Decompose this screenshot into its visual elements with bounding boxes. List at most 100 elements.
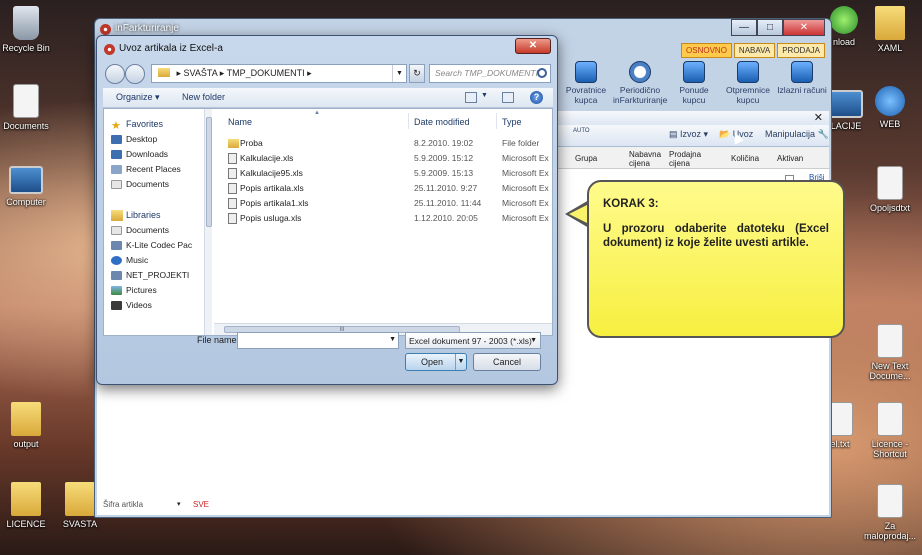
forward-button[interactable] <box>125 64 145 84</box>
file-name-label: File name: <box>197 335 240 345</box>
nav-item-videos[interactable]: Videos <box>111 300 152 312</box>
desktop-icon-licence-shortcut[interactable]: Licence - Shortcut <box>858 402 922 459</box>
tab-osnovno[interactable]: OSNOVNO <box>681 43 732 58</box>
tab-prodaja[interactable]: PRODAJA <box>777 43 825 58</box>
nav-item-desktop[interactable]: Desktop <box>111 134 157 146</box>
excel-file-icon <box>228 153 237 164</box>
file-date: 25.11.2010. 11:44 <box>414 198 482 208</box>
search-input[interactable]: Search TMP_DOKUMENTI <box>429 64 551 83</box>
libraries-header[interactable]: Libraries <box>111 210 161 221</box>
column-prodajna-cijena[interactable]: Prodajna cijena <box>669 150 703 168</box>
column-divider[interactable] <box>496 113 497 129</box>
nav-item-lib-documents[interactable]: Documents <box>111 225 169 237</box>
file-type-select[interactable]: Excel dokument 97 - 2003 (*.xls) ▼ <box>405 332 541 349</box>
desktop-icon-computer[interactable]: Computer <box>0 166 58 207</box>
organize-button[interactable]: Organize ▾ <box>116 92 160 103</box>
file-row[interactable]: Proba 8.2.2010. 19:02 File folder <box>214 137 552 151</box>
filter-value[interactable]: SVE <box>193 500 209 509</box>
panel-close-button[interactable]: ✕ <box>814 112 823 124</box>
text-file-icon <box>877 324 903 358</box>
maximize-button[interactable]: □ <box>757 19 783 36</box>
preview-pane-icon[interactable] <box>502 92 514 103</box>
scrollbar-thumb[interactable] <box>206 117 212 227</box>
file-type: File folder <box>502 138 540 148</box>
address-dropdown-icon[interactable]: ▼ <box>392 65 406 82</box>
view-options-icon[interactable] <box>465 92 477 103</box>
cancel-button[interactable]: Cancel <box>473 353 541 371</box>
navigation-scrollbar[interactable] <box>204 109 212 335</box>
refresh-button[interactable]: ↻ <box>409 64 425 83</box>
nav-item-recent-places[interactable]: Recent Places <box>111 164 181 176</box>
view-dropdown-icon[interactable]: ▼ <box>481 92 488 99</box>
nav-item-label: Downloads <box>126 149 169 159</box>
file-row[interactable]: Popis usluga.xls 1.12.2010. 20:05 Micros… <box>214 212 552 226</box>
manipulacija-button[interactable]: Manipulacija 🔧 <box>765 129 829 140</box>
desktop-icon-opoljsd[interactable]: Opoljsdtxt <box>858 166 922 213</box>
file-row[interactable]: Kalkulacije95.xls 5.9.2009. 15:13 Micros… <box>214 167 552 181</box>
nav-item-net-projekti[interactable]: NET_PROJEKTI <box>111 270 189 282</box>
back-button[interactable] <box>105 64 125 84</box>
mode-tabs: OSNOVNO NABAVA PRODAJA <box>681 43 825 58</box>
desktop-icon <box>111 135 122 144</box>
desktop-icon-new-text[interactable]: New Text Docume... <box>858 324 922 381</box>
desktop-icon-output[interactable]: output <box>0 402 58 449</box>
ribbon-izlazni-racuni-button[interactable]: Izlazni računi <box>775 57 829 109</box>
favorites-header[interactable]: ★ Favorites <box>111 119 164 132</box>
auto-label: AUTO <box>573 128 590 134</box>
column-aktivan[interactable]: Aktivan <box>777 154 803 163</box>
app-logo-icon <box>100 24 111 35</box>
folder-icon <box>11 402 41 436</box>
nav-item-music[interactable]: Music <box>111 255 149 267</box>
column-name[interactable]: Name <box>228 117 252 127</box>
breadcrumb-chevron-icon: ▸ <box>219 68 227 78</box>
ribbon-ponude-button[interactable]: Ponude kupcu <box>667 57 721 109</box>
file-row[interactable]: Kalkulacije.xls 5.9.2009. 15:12 Microsof… <box>214 152 552 166</box>
file-name-dropdown-icon[interactable]: ▼ <box>389 336 396 343</box>
breadcrumb-item[interactable]: SVAŠTA <box>184 68 218 78</box>
file-type: Microsoft Ex <box>502 198 549 208</box>
desktop-icon-za-maloprodaj[interactable]: Za maloprodaj... <box>858 484 922 541</box>
file-name-input[interactable]: ▼ <box>237 332 399 349</box>
help-icon[interactable]: ? <box>530 91 543 104</box>
favorites-header-label: Favorites <box>126 119 164 129</box>
filter-dropdown-icon[interactable]: ▾ <box>177 500 181 508</box>
nav-item-label: Music <box>126 255 149 265</box>
file-row[interactable]: Popis artikala1.xls 25.11.2010. 11:44 Mi… <box>214 197 552 211</box>
new-folder-button[interactable]: New folder <box>182 92 225 102</box>
nav-item-downloads[interactable]: Downloads <box>111 149 169 161</box>
export-icon: ▤ <box>669 129 681 139</box>
nav-item-documents[interactable]: Documents <box>111 179 169 191</box>
file-date: 5.9.2009. 15:12 <box>414 153 474 163</box>
ribbon-povratnice-button[interactable]: Povratnice kupca <box>559 57 613 109</box>
ribbon-otpremnice-button[interactable]: Otpremnice kupcu <box>721 57 775 109</box>
desktop-icon-documents[interactable]: Documents <box>0 84 58 131</box>
dialog-close-button[interactable]: ✕ <box>515 38 551 54</box>
column-kolicina[interactable]: Količina <box>731 154 759 163</box>
nav-item-pictures[interactable]: Pictures <box>111 285 157 297</box>
open-split-dropdown-icon[interactable]: ▼ <box>455 354 466 370</box>
tab-nabava[interactable]: NABAVA <box>733 43 776 58</box>
column-nabavna-cijena[interactable]: Nabavna cijena <box>629 150 661 168</box>
column-date-modified[interactable]: Date modified <box>414 117 470 127</box>
open-button[interactable]: Open ▼ <box>405 353 467 371</box>
desktop-icon-recycle-bin[interactable]: Recycle Bin <box>0 6 58 53</box>
ribbon-periodicno-button[interactable]: Periodično inFarkturiranje <box>613 57 667 109</box>
address-bar[interactable]: ▸ SVAŠTA ▸ TMP_DOKUMENTI ▸ ▼ <box>151 64 407 83</box>
file-name: Proba <box>240 138 263 148</box>
nav-item-klite[interactable]: K-Lite Codec Pac <box>111 240 192 252</box>
izvoz-button[interactable]: ▤ Izvoz ▾ <box>669 129 708 140</box>
file-row[interactable]: Popis artikala.xls 25.11.2010. 9:27 Micr… <box>214 182 552 196</box>
column-divider[interactable] <box>408 113 409 129</box>
music-icon <box>111 256 122 265</box>
close-button[interactable]: ✕ <box>783 19 825 36</box>
column-grupa[interactable]: Grupa <box>575 154 597 163</box>
search-icon <box>537 68 547 78</box>
recycle-bin-icon <box>13 6 39 40</box>
column-type[interactable]: Type <box>502 117 522 127</box>
minimize-button[interactable]: — <box>731 19 757 36</box>
ribbon: Povratnice kupca Periodično inFarkturira… <box>559 57 829 109</box>
callout-pointer-fill <box>569 204 589 224</box>
navigation-pane: ★ Favorites Desktop Downloads Recent Pla… <box>104 109 212 335</box>
breadcrumb-item[interactable]: TMP_DOKUMENTI <box>227 68 305 78</box>
file-list: Name ▲ Date modified Type Proba 8.2.2010… <box>214 109 552 335</box>
